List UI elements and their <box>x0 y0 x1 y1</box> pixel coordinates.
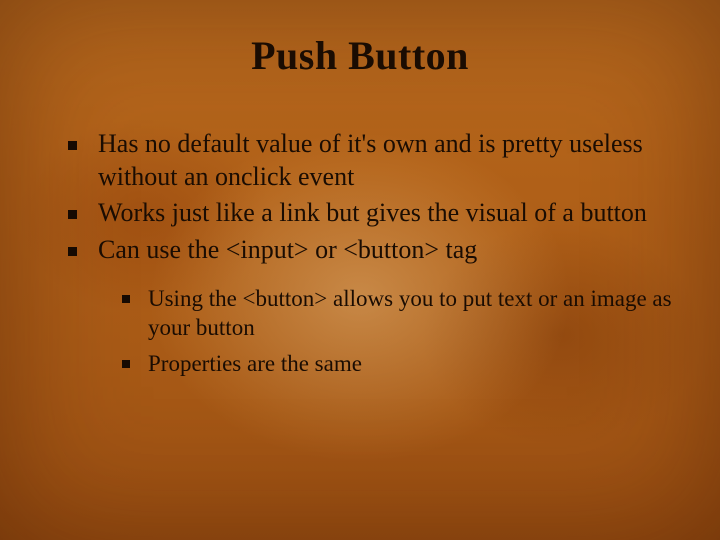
bullet-list: Has no default value of it's own and is … <box>64 128 676 266</box>
slide: Push Button Has no default value of it's… <box>0 0 720 540</box>
slide-content: Has no default value of it's own and is … <box>64 128 676 384</box>
bullet-item: Works just like a link but gives the vis… <box>64 197 676 230</box>
bullet-item: Can use the <input> or <button> tag <box>64 234 676 267</box>
sub-bullet-item: Properties are the same <box>118 349 676 378</box>
sub-bullet-list: Using the <button> allows you to put tex… <box>64 284 676 378</box>
sub-bullet-item: Using the <button> allows you to put tex… <box>118 284 676 343</box>
bullet-item: Has no default value of it's own and is … <box>64 128 676 193</box>
slide-title: Push Button <box>0 32 720 79</box>
